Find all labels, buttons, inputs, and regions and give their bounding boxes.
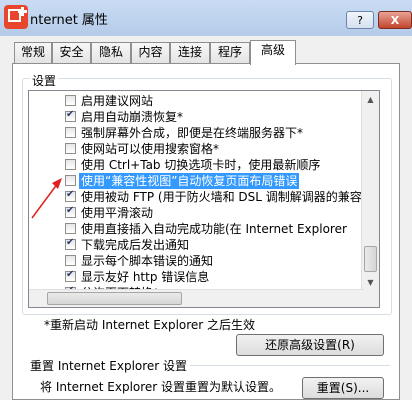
tab-advanced[interactable]: 高级 xyxy=(250,40,296,65)
setting-checkbox[interactable] xyxy=(65,95,76,106)
setting-label: 使用“兼容性视图”自动恢复页面布局错误 xyxy=(79,173,300,189)
setting-checkbox[interactable] xyxy=(65,223,76,234)
horizontal-scroll-thumb[interactable] xyxy=(47,292,182,305)
reset-button[interactable]: 重置(S)... xyxy=(302,377,384,399)
setting-label: 使用被动 FTP (用于防火墙和 DSL 调制解调器的兼容 xyxy=(81,190,362,204)
scroll-down-icon[interactable]: ▼ xyxy=(362,274,379,291)
setting-checkbox[interactable] xyxy=(65,175,76,186)
setting-checkbox[interactable] xyxy=(65,159,76,170)
setting-label: 使用直接插入自动完成功能(在 Internet Explorer xyxy=(81,222,347,236)
window-title: nternet 属性 xyxy=(30,13,108,28)
setting-label: 使用 Ctrl+Tab 切换选项卡时，使用最新顺序 xyxy=(81,158,321,172)
help-button[interactable]: ? xyxy=(346,11,374,29)
scroll-up-icon[interactable]: ▲ xyxy=(362,91,379,108)
setting-label: 显示每个脚本错误的通知 xyxy=(81,254,214,268)
settings-list[interactable]: 启用建议网站启用自动崩溃恢复* 强制屏幕外合成，即便是在终端服务器下* 使网站可以使… xyxy=(28,90,380,308)
setting-checkbox[interactable] xyxy=(65,255,76,266)
scroll-corner xyxy=(362,290,379,307)
close-button[interactable]: X xyxy=(378,11,412,29)
setting-checkbox[interactable] xyxy=(65,127,76,138)
setting-checkbox[interactable] xyxy=(65,205,76,218)
setting-label: 下载完成后发出通知 xyxy=(81,238,190,252)
tab-general[interactable]: 常规 xyxy=(14,42,52,63)
setting-checkbox[interactable] xyxy=(65,269,76,282)
title-bar: nternet 属性 ? X xyxy=(0,0,412,36)
tab-content[interactable]: 内容 xyxy=(131,42,170,63)
setting-label: 启用自动崩溃恢复* xyxy=(81,110,184,124)
setting-checkbox[interactable] xyxy=(65,109,76,122)
reset-section-label: 重置 Internet Explorer 设置 xyxy=(30,359,188,373)
setting-checkbox[interactable] xyxy=(65,189,76,202)
horizontal-scrollbar[interactable] xyxy=(29,289,364,307)
setting-label: 使用平滑滚动 xyxy=(81,206,154,220)
tab-programs[interactable]: 程序 xyxy=(210,42,250,63)
tab-privacy[interactable]: 隐私 xyxy=(91,42,131,63)
setting-label: 启用建议网站 xyxy=(81,94,154,108)
vertical-scrollbar[interactable]: ▲ ▼ xyxy=(361,91,379,291)
setting-checkbox[interactable] xyxy=(65,237,76,250)
setting-label: 显示友好 http 错误信息 xyxy=(81,270,210,284)
setting-label: 强制屏幕外合成，即便是在终端服务器下* xyxy=(81,126,304,140)
restore-advanced-settings-button[interactable]: 还原高级设置(R) xyxy=(236,334,384,356)
tab-connections[interactable]: 连接 xyxy=(170,42,210,63)
setting-checkbox[interactable] xyxy=(65,143,76,154)
setting-label: 使网站可以使用搜索窗格* xyxy=(81,142,220,156)
vertical-scroll-thumb[interactable] xyxy=(364,246,377,272)
internet-options-icon xyxy=(4,5,28,29)
reset-description: 将 Internet Explorer 设置重置为默认设置。 xyxy=(40,380,282,394)
restart-note: *重新启动 Internet Explorer 之后生效 xyxy=(44,318,256,332)
settings-group-label: 设置 xyxy=(30,72,59,89)
reset-section-divider xyxy=(190,365,390,366)
tab-security[interactable]: 安全 xyxy=(52,42,91,63)
